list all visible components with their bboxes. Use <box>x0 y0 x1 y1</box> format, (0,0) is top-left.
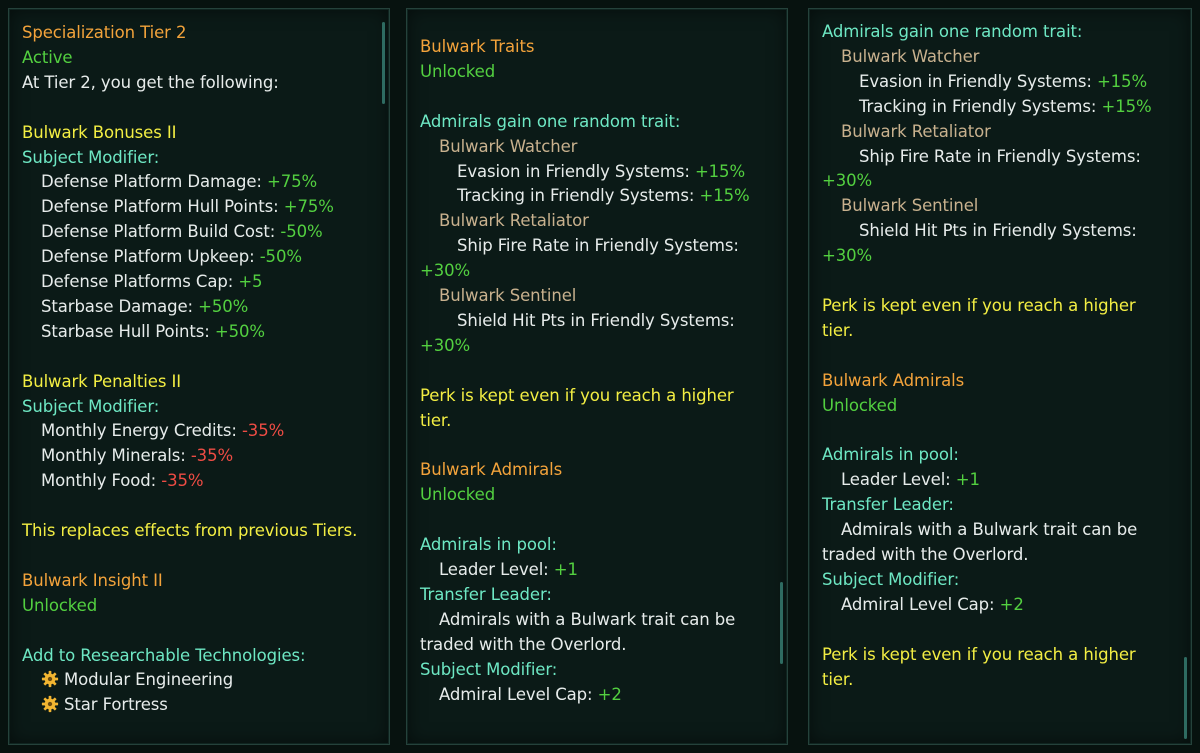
modifier-line: Monthly Food: -35% <box>41 471 204 491</box>
trait-name-watcher: Bulwark Watcher <box>439 136 578 156</box>
trait-effect: Evasion in Friendly Systems: +15% <box>457 161 746 181</box>
trait-effect: Shield Hit Pts in Friendly Systems: <box>457 310 735 330</box>
trait-intro: Admirals gain one random trait: <box>420 111 681 131</box>
transfer-heading: Transfer Leader: <box>420 584 552 604</box>
gear-icon <box>41 671 59 688</box>
trait-effect: Shield Hit Pts in Friendly Systems: <box>859 221 1137 241</box>
modifier-line: Defense Platform Build Cost: -50% <box>41 222 323 242</box>
insight-status: Unlocked <box>22 595 98 615</box>
tooltip-panel-bulwark-admirals: Admirals gain one random trait: Bulwark … <box>808 8 1192 745</box>
perk-note-end-cont: tier. <box>822 669 854 689</box>
modifier-line: Monthly Minerals: -35% <box>41 446 234 466</box>
trait-name-sentinel: Bulwark Sentinel <box>841 196 979 216</box>
trait-effect: Evasion in Friendly Systems: +15% <box>859 71 1148 91</box>
modifier-line: Monthly Energy Credits: -35% <box>41 421 285 441</box>
perk-note: Perk is kept even if you reach a higher <box>822 295 1136 315</box>
traits-title: Bulwark Traits <box>420 37 535 56</box>
tier-intro: At Tier 2, you get the following: <box>22 72 279 92</box>
admirals-status: Unlocked <box>822 395 898 415</box>
replace-note: This replaces effects from previous Tier… <box>22 521 358 541</box>
tooltip-content: Admirals gain one random trait: Bulwark … <box>822 20 1171 692</box>
scrollbar-thumb[interactable] <box>382 22 385 104</box>
admirals-title: Bulwark Admirals <box>822 370 965 390</box>
trait-effect: Tracking in Friendly Systems: +15% <box>859 96 1152 116</box>
scrollbar-thumb[interactable] <box>1184 657 1187 739</box>
tier-title: Specialization Tier 2 <box>22 23 187 42</box>
leader-level-line: Leader Level: +1 <box>439 559 578 579</box>
bonuses-title: Bulwark Bonuses II <box>22 122 177 142</box>
perk-note-end: Perk is kept even if you reach a higher <box>822 644 1136 664</box>
penalties-title: Bulwark Penalties II <box>22 371 181 391</box>
penalties-list: Monthly Energy Credits: -35% Monthly Min… <box>22 419 369 494</box>
subject-heading: Subject Modifier: <box>420 659 558 679</box>
modifier-line: Defense Platform Upkeep: -50% <box>41 247 302 267</box>
admiral-cap-line: Admiral Level Cap: +2 <box>439 684 622 704</box>
insight-title: Bulwark Insight II <box>22 570 163 590</box>
admirals-title: Bulwark Admirals <box>420 460 563 480</box>
trait-name-retaliator: Bulwark Retaliator <box>439 211 589 231</box>
admirals-status: Unlocked <box>420 485 496 505</box>
modifier-line: Starbase Damage: +50% <box>41 296 249 316</box>
trait-effect: Ship Fire Rate in Friendly Systems: <box>859 146 1141 166</box>
transfer-heading: Transfer Leader: <box>822 495 954 515</box>
research-heading: Add to Researchable Technologies: <box>22 645 306 665</box>
bonuses-subject-heading: Subject Modifier: <box>22 147 160 167</box>
modifier-line: Defense Platform Hull Points: +75% <box>41 197 334 217</box>
tech-item: Modular Engineering <box>22 668 369 693</box>
modifier-line: Defense Platforms Cap: +5 <box>41 272 263 292</box>
tooltip-content: Specialization Tier 2 Active At Tier 2, … <box>22 21 369 718</box>
perk-note-cont: tier. <box>822 320 854 340</box>
bonuses-list: Defense Platform Damage: +75% Defense Pl… <box>22 170 369 344</box>
trait-effect-value: +30% <box>822 246 873 266</box>
transfer-text: Admirals with a Bulwark trait can be <box>439 609 736 629</box>
tooltip-panel-tier-2: Specialization Tier 2 Active At Tier 2, … <box>8 8 390 745</box>
admiral-cap-line: Admiral Level Cap: +2 <box>841 594 1024 614</box>
subject-heading: Subject Modifier: <box>822 569 960 589</box>
tech-name: Modular Engineering <box>64 670 234 690</box>
trait-effect: Tracking in Friendly Systems: +15% <box>457 186 750 206</box>
scrollbar-thumb[interactable] <box>780 582 783 664</box>
trait-name-retaliator: Bulwark Retaliator <box>841 121 991 141</box>
transfer-text: Admirals with a Bulwark trait can be <box>841 520 1138 540</box>
modifier-line: Defense Platform Damage: +75% <box>41 172 318 192</box>
traits-status: Unlocked <box>420 61 496 81</box>
tech-name: Star Fortress <box>64 695 168 715</box>
trait-effect-value: +30% <box>822 171 873 191</box>
perk-note: Perk is kept even if you reach a higher <box>420 385 734 405</box>
gear-icon <box>41 696 59 713</box>
trait-effect: Ship Fire Rate in Friendly Systems: <box>457 236 739 256</box>
pool-heading: Admirals in pool: <box>420 535 557 555</box>
tech-item: Star Fortress <box>22 693 369 718</box>
transfer-text-cont: traded with the Overlord. <box>420 634 627 654</box>
tooltip-panel-bulwark-traits: Bulwark Traits Unlocked Admirals gain on… <box>406 8 788 745</box>
trait-effect-value: +30% <box>420 335 471 355</box>
tier-status: Active <box>22 47 73 67</box>
transfer-text-cont: traded with the Overlord. <box>822 544 1029 564</box>
leader-level-line: Leader Level: +1 <box>841 470 980 490</box>
trait-name-sentinel: Bulwark Sentinel <box>439 286 577 306</box>
trait-name-watcher: Bulwark Watcher <box>841 46 980 66</box>
modifier-line: Starbase Hull Points: +50% <box>41 321 265 341</box>
trait-effect-value: +30% <box>420 261 471 281</box>
penalties-subject-heading: Subject Modifier: <box>22 396 160 416</box>
pool-heading: Admirals in pool: <box>822 445 959 465</box>
perk-note-cont: tier. <box>420 410 452 430</box>
trait-intro: Admirals gain one random trait: <box>822 22 1083 41</box>
tooltip-content: Bulwark Traits Unlocked Admirals gain on… <box>420 35 767 707</box>
